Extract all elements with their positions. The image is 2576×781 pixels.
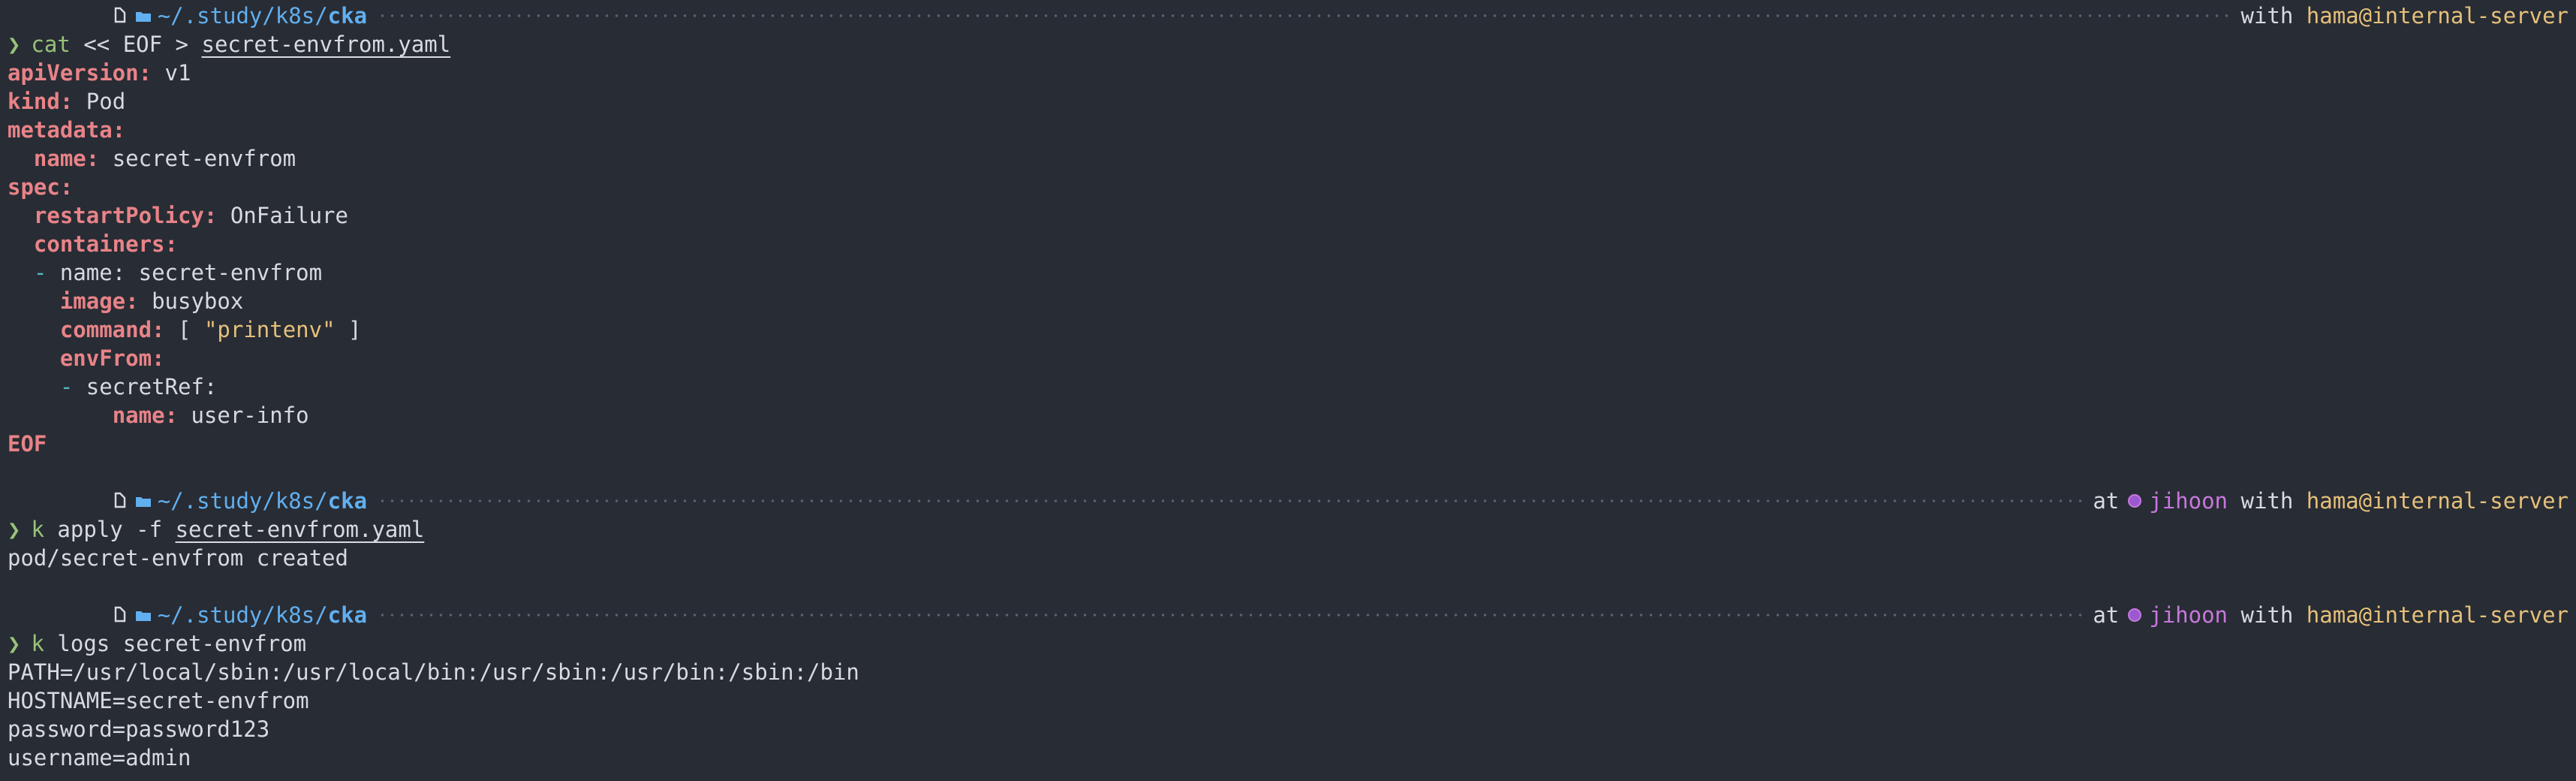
command-verb: cat bbox=[31, 32, 71, 57]
kubernetes-icon bbox=[2128, 608, 2142, 622]
command-file: secret-envfrom.yaml bbox=[201, 32, 451, 57]
yaml-value: secret-envfrom bbox=[112, 146, 296, 171]
yaml-key: kind: bbox=[8, 89, 74, 114]
command-verb: k bbox=[31, 631, 44, 656]
apple-icon bbox=[8, 487, 125, 515]
folder-icon bbox=[30, 487, 152, 515]
yaml-key: apiVersion: bbox=[8, 60, 152, 86]
yaml-bracket: ] bbox=[348, 317, 362, 342]
cwd-prefix: ~/.study/k8s/ bbox=[157, 3, 328, 29]
command-file: secret-envfrom.yaml bbox=[175, 517, 425, 542]
cwd-prefix: ~/.study/k8s/ bbox=[157, 488, 328, 514]
yaml-line: apiVersion: v1 bbox=[8, 59, 2568, 87]
yaml-key: name: bbox=[33, 146, 100, 171]
at-label: at bbox=[2093, 488, 2120, 514]
yaml-line: envFrom: bbox=[8, 344, 2568, 372]
yaml-value: user-info bbox=[191, 403, 309, 428]
yaml-bracket: [ bbox=[178, 317, 191, 342]
yaml-value: secretRef: bbox=[86, 374, 218, 400]
yaml-value: Pod bbox=[86, 89, 126, 114]
command-line: ❯ k apply -f secret-envfrom.yaml bbox=[8, 515, 2568, 544]
prompt-filler bbox=[378, 2, 2231, 30]
yaml-line: image: busybox bbox=[8, 287, 2568, 315]
yaml-key: containers: bbox=[33, 231, 178, 257]
command-verb: k bbox=[31, 517, 44, 542]
yaml-line: containers: bbox=[8, 230, 2568, 258]
cwd-dir: cka bbox=[327, 602, 368, 628]
yaml-line: - name: secret-envfrom bbox=[8, 258, 2568, 287]
yaml-value: name: secret-envfrom bbox=[59, 260, 323, 285]
yaml-key: image: bbox=[59, 288, 139, 314]
user-host: hama@internal-server bbox=[2306, 602, 2568, 628]
yaml-key: spec: bbox=[8, 174, 74, 200]
prompt-line: ~/.study/k8s/cka at jihoon with hama@inte… bbox=[8, 487, 2568, 515]
prompt-right-segment: with hama@internal-server bbox=[2240, 2, 2568, 30]
yaml-line: metadata: bbox=[8, 116, 2568, 144]
prompt-chevron: ❯ bbox=[8, 631, 21, 656]
yaml-line: - secretRef: bbox=[8, 372, 2568, 401]
prompt-line: ~/.study/k8s/cka at jihoon with hama@inte… bbox=[8, 601, 2568, 629]
yaml-dash: - bbox=[33, 260, 47, 285]
prompt-right-segment: at jihoon with hama@internal-server bbox=[2093, 601, 2568, 629]
yaml-dash: - bbox=[59, 374, 74, 400]
kubernetes-icon bbox=[2128, 494, 2142, 508]
yaml-string: "printenv" bbox=[203, 317, 336, 342]
prompt-chevron: ❯ bbox=[8, 517, 21, 542]
at-label: at bbox=[2093, 602, 2120, 628]
prompt-right-segment: at jihoon with hama@internal-server bbox=[2093, 487, 2568, 515]
yaml-line: restartPolicy: OnFailure bbox=[8, 201, 2568, 230]
cwd-dir: cka bbox=[327, 3, 368, 29]
heredoc-end: EOF bbox=[8, 430, 2568, 458]
yaml-key: command: bbox=[59, 317, 165, 342]
command-output: pod/secret-envfrom created bbox=[8, 545, 348, 571]
cwd-dir: cka bbox=[327, 488, 368, 514]
terminal-window[interactable]: ~/.study/k8s/cka with hama@internal-serv… bbox=[0, 0, 2576, 781]
command-args: apply -f bbox=[57, 517, 163, 542]
log-line: username=admin bbox=[8, 745, 191, 770]
yaml-value: busybox bbox=[152, 288, 244, 314]
command-heredoc: << EOF > bbox=[83, 32, 189, 57]
command-line: ❯ cat << EOF > secret-envfrom.yaml bbox=[8, 30, 2568, 59]
yaml-line: spec: bbox=[8, 173, 2568, 201]
folder-icon bbox=[30, 2, 152, 30]
yaml-line: kind: Pod bbox=[8, 87, 2568, 116]
yaml-key: name: bbox=[112, 403, 178, 428]
command-line: ❯ k logs secret-envfrom bbox=[8, 629, 2568, 658]
prompt-filler bbox=[378, 601, 2083, 629]
with-label: with bbox=[2240, 488, 2294, 514]
yaml-value: v1 bbox=[164, 60, 191, 86]
apple-icon bbox=[8, 601, 125, 629]
prompt-line: ~/.study/k8s/cka with hama@internal-serv… bbox=[8, 2, 2568, 30]
log-line: password=password123 bbox=[8, 716, 270, 742]
k8s-context: jihoon bbox=[2149, 602, 2228, 628]
yaml-value: OnFailure bbox=[230, 203, 348, 228]
log-line: PATH=/usr/local/sbin:/usr/local/bin:/usr… bbox=[8, 659, 859, 685]
yaml-key: metadata: bbox=[8, 117, 126, 143]
user-host: hama@internal-server bbox=[2306, 488, 2568, 514]
command-args: logs secret-envfrom bbox=[57, 631, 307, 656]
yaml-line: name: user-info bbox=[8, 401, 2568, 430]
eof-marker: EOF bbox=[8, 431, 47, 457]
user-host: hama@internal-server bbox=[2306, 3, 2568, 29]
prompt-filler bbox=[378, 487, 2083, 515]
folder-icon bbox=[30, 601, 152, 629]
k8s-context: jihoon bbox=[2149, 488, 2228, 514]
log-line: HOSTNAME=secret-envfrom bbox=[8, 688, 309, 713]
with-label: with bbox=[2240, 3, 2294, 29]
yaml-key: restartPolicy: bbox=[33, 203, 218, 228]
yaml-line: name: secret-envfrom bbox=[8, 144, 2568, 173]
with-label: with bbox=[2240, 602, 2294, 628]
apple-icon bbox=[8, 2, 125, 30]
yaml-line: command: [ "printenv" ] bbox=[8, 315, 2568, 344]
cwd-prefix: ~/.study/k8s/ bbox=[157, 602, 328, 628]
prompt-chevron: ❯ bbox=[8, 32, 21, 57]
yaml-key: envFrom: bbox=[59, 345, 165, 371]
